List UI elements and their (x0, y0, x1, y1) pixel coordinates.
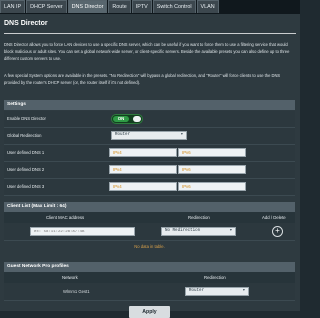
network-column-header: Network (62, 275, 78, 280)
preset-note: A few special System options are availab… (4, 73, 281, 85)
global-redirection-label: Global Redirection (7, 133, 42, 138)
guest-redirection-select[interactable]: Router ▾ (185, 287, 249, 296)
client-mac-input[interactable] (30, 227, 135, 236)
client-list-empty-message: No data in table. (134, 244, 165, 249)
client-redirection-value: No Redirection (165, 229, 201, 233)
ipv4-label: IPv4 (113, 150, 122, 155)
add-delete-column-header: Add / Delete (262, 215, 286, 220)
toggle-knob[interactable] (133, 116, 141, 122)
ipv4-label: IPv4 (113, 167, 122, 172)
page-description: DNS Director allows you to force LAN dev… (4, 42, 290, 61)
client-redirection-column-header: Redirection (188, 215, 210, 220)
dns2-row: User defined DNS 2 IPv4 IPv6 (4, 162, 295, 179)
ipv6-label: IPv6 (182, 184, 191, 189)
enable-dns-director-row: Enable DNS Director ON (4, 111, 295, 128)
toggle-state: ON (113, 116, 129, 122)
client-list-section-title: Client List (Max Limit : 64) (4, 202, 295, 212)
client-mac-column-header: Client MAC address (46, 215, 85, 220)
tab-lan-ip[interactable]: LAN IP (0, 0, 26, 13)
dns1-label: User defined DNS 1 (7, 150, 45, 155)
guest-redirection-value: Router (189, 289, 205, 293)
tab-bar: LAN IP DHCP Server DNS Director Route IP… (0, 0, 300, 15)
guest-network-section-title: Guest Network Pro profiles (4, 262, 295, 272)
apply-button[interactable]: Apply (129, 306, 170, 318)
tab-dns-director[interactable]: DNS Director (67, 0, 108, 13)
enable-dns-director-label: Enable DNS Director (7, 116, 46, 121)
dns3-row: User defined DNS 3 IPv4 IPv6 (4, 179, 295, 196)
client-redirection-select[interactable]: No Redirection ▾ (161, 227, 236, 236)
dns3-label: User defined DNS 3 (7, 184, 45, 189)
global-redirection-select[interactable]: Router ▾ (111, 131, 187, 140)
ipv6-label: IPv6 (182, 150, 191, 155)
dns2-ipv4-input[interactable]: IPv4 (109, 165, 177, 174)
tab-dhcp-server[interactable]: DHCP Server (26, 0, 67, 13)
global-redirection-value: Router (115, 133, 131, 137)
tab-route[interactable]: Route (108, 0, 131, 13)
ipv6-label: IPv6 (182, 167, 191, 172)
ipv4-label: IPv4 (113, 184, 122, 189)
tab-vlan[interactable]: VLAN (196, 0, 219, 13)
dns1-row: User defined DNS 1 IPv4 IPv6 (4, 145, 295, 162)
dns1-ipv4-input[interactable]: IPv4 (109, 148, 177, 157)
global-redirection-row: Global Redirection Router ▾ (4, 128, 295, 145)
guest-network-name: Wlmm1 Gest1 (63, 289, 90, 294)
dns3-ipv4-input[interactable]: IPv4 (109, 182, 177, 191)
guest-redirection-column-header: Redirection (204, 275, 226, 280)
tab-switch-control[interactable]: Switch Control (152, 0, 196, 13)
chevron-down-icon: ▾ (242, 289, 245, 293)
dns1-ipv6-input[interactable]: IPv6 (178, 148, 246, 157)
dns3-ipv6-input[interactable]: IPv6 (178, 182, 246, 191)
title-divider (4, 33, 296, 34)
dns2-ipv6-input[interactable]: IPv6 (178, 165, 246, 174)
chevron-down-icon: ▾ (229, 229, 232, 233)
tab-iptv[interactable]: IPTV (131, 0, 152, 13)
guest-profile-row: Wlmm1 Gest1 Router ▾ (4, 283, 295, 301)
client-input-row: No Redirection ▾ + (4, 223, 295, 241)
settings-section-title: Settings (4, 100, 295, 110)
chevron-down-icon: ▾ (180, 133, 183, 137)
add-client-icon[interactable]: + (272, 226, 283, 237)
page-title: DNS Director (4, 20, 48, 27)
dns2-label: User defined DNS 2 (7, 167, 45, 172)
enable-dns-director-toggle[interactable]: ON (111, 114, 143, 124)
dns-director-page: DNS Director DNS Director allows you to … (0, 14, 300, 311)
